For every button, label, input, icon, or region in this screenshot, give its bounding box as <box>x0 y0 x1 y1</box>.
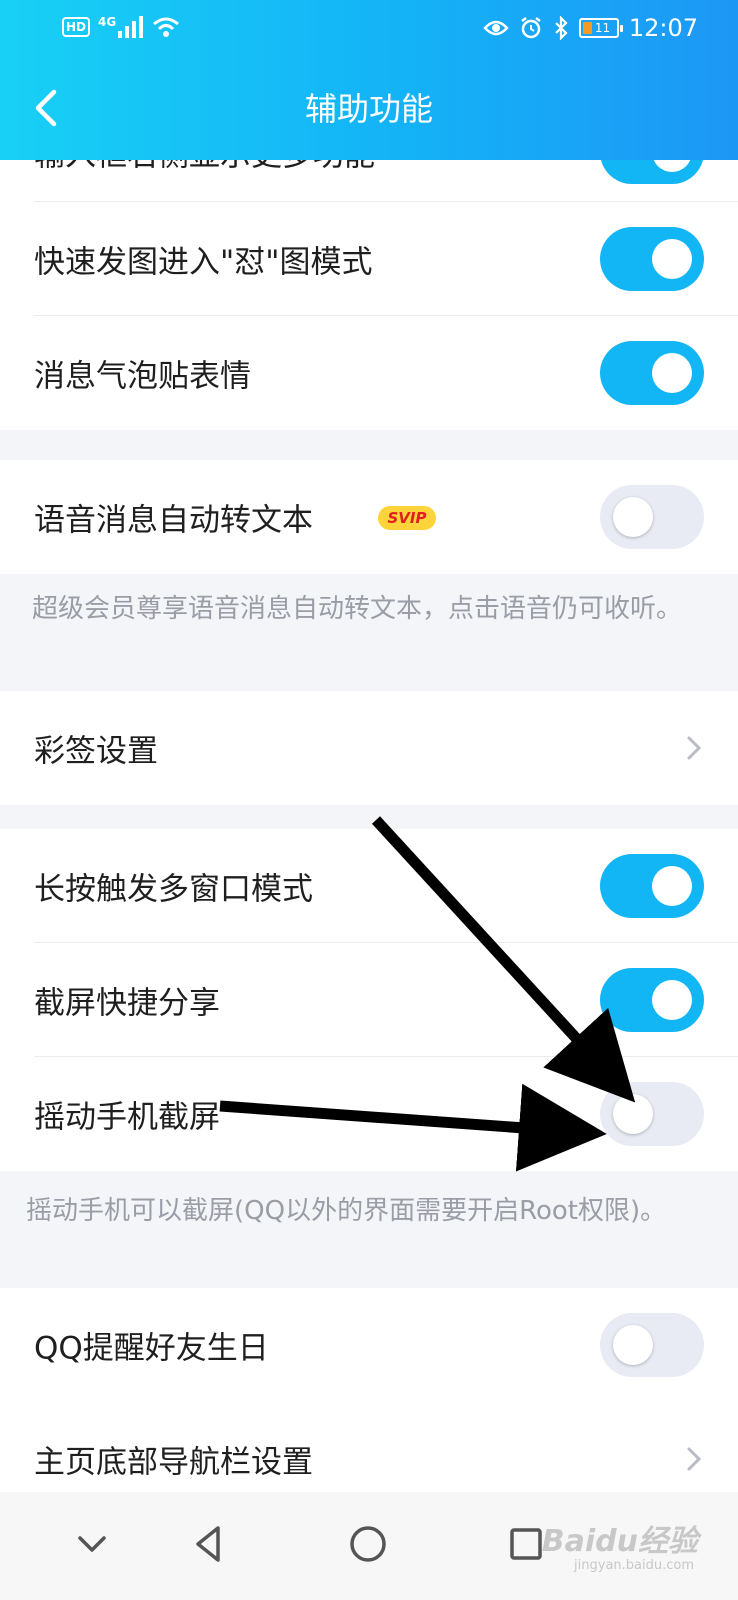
home-nav-icon[interactable] <box>338 1514 398 1574</box>
toggle-switch[interactable] <box>600 1082 704 1146</box>
setting-label: 语音消息自动转文本 <box>34 502 313 539</box>
eye-comfort-icon <box>483 20 509 36</box>
setting-row-long-press-window[interactable]: 长按触发多窗口模式 <box>0 829 738 943</box>
setting-label: 彩签设置 <box>34 733 158 770</box>
page-title: 辅助功能 <box>304 90 433 128</box>
setting-row-shake-screenshot[interactable]: 摇动手机截屏 <box>0 1057 738 1171</box>
toggle-switch[interactable] <box>600 227 704 291</box>
chevron-right-icon <box>687 1447 702 1471</box>
hd-badge: HD <box>62 17 91 37</box>
watermark-url: jingyan.baidu.com <box>574 1558 694 1573</box>
shake-note: 摇动手机可以截屏(QQ以外的界面需要开启Root权限)。 <box>0 1194 738 1228</box>
setting-label: 截屏快捷分享 <box>34 985 220 1022</box>
svip-badge: SVIP <box>378 506 436 530</box>
setting-row-color-sign[interactable]: 彩签设置 <box>0 691 738 805</box>
setting-label: 消息气泡贴表情 <box>34 358 251 395</box>
setting-row-birthday-reminder[interactable]: QQ提醒好友生日 <box>0 1288 738 1402</box>
toggle-switch[interactable] <box>600 341 704 405</box>
watermark-logo: Baidu经验 <box>541 1524 698 1559</box>
toggle-switch[interactable] <box>600 1313 704 1377</box>
bluetooth-icon <box>555 16 568 40</box>
voice-note: 超级会员尊享语音消息自动转文本，点击语音仍可收听。 <box>0 592 738 626</box>
wifi-icon <box>153 17 180 37</box>
toggle-switch[interactable] <box>600 968 704 1032</box>
toggle-switch[interactable] <box>600 854 704 918</box>
chevron-right-icon <box>687 736 702 760</box>
app-header: HD 4G 11 12:07 辅助功能 <box>0 0 738 160</box>
setting-label: 主页底部导航栏设置 <box>34 1444 313 1481</box>
network-type: 4G <box>98 15 117 29</box>
system-navigation-bar: Baidu经验 jingyan.baidu.com <box>0 1492 738 1600</box>
clock: 12:07 <box>628 14 698 42</box>
hide-keyboard-icon[interactable] <box>62 1514 122 1574</box>
setting-label: 摇动手机截屏 <box>34 1099 220 1136</box>
signal-icon <box>118 16 144 38</box>
setting-row-screenshot-share[interactable]: 截屏快捷分享 <box>0 943 738 1057</box>
setting-row-voice-to-text[interactable]: 语音消息自动转文本 SVIP <box>0 460 738 574</box>
back-nav-icon[interactable] <box>180 1514 240 1574</box>
status-bar: HD 4G 11 12:07 <box>0 12 738 52</box>
setting-row-bubble-sticker[interactable]: 消息气泡贴表情 <box>0 316 738 430</box>
toggle-switch[interactable] <box>600 485 704 549</box>
setting-row-quick-image[interactable]: 快速发图进入"怼"图模式 <box>0 202 738 316</box>
setting-label: 快速发图进入"怼"图模式 <box>34 244 373 281</box>
setting-label: QQ提醒好友生日 <box>34 1330 269 1367</box>
alarm-icon <box>521 17 541 39</box>
setting-label: 长按触发多窗口模式 <box>34 871 313 908</box>
battery-icon: 11 <box>578 18 623 38</box>
